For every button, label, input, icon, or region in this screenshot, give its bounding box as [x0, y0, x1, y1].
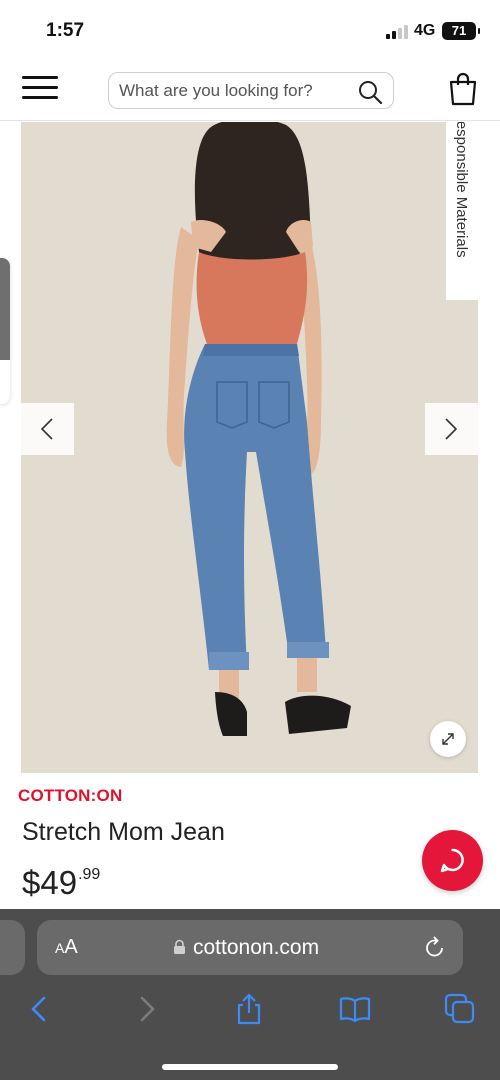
lock-icon [174, 939, 185, 954]
tabs-icon[interactable] [444, 993, 476, 1025]
battery-level: 71 [451, 23, 467, 38]
product-image-gallery[interactable]: Responsible Materials [21, 122, 478, 773]
bookmarks-icon[interactable] [339, 993, 371, 1025]
search-icon[interactable] [357, 79, 383, 105]
battery-icon: 71 [442, 22, 480, 40]
signal-icon [386, 25, 410, 39]
share-icon[interactable] [233, 993, 265, 1025]
chevron-left-icon [40, 418, 53, 440]
chevron-right-icon [445, 418, 458, 440]
shopping-bag-icon[interactable] [448, 72, 478, 106]
product-price: $49.99 [22, 864, 100, 902]
home-indicator [162, 1064, 338, 1070]
reload-icon [426, 936, 443, 957]
search-input[interactable] [119, 78, 349, 104]
gallery-next-button[interactable] [425, 403, 478, 455]
product-title: Stretch Mom Jean [22, 818, 225, 846]
aa-large: A [64, 936, 78, 958]
price-cents: .99 [78, 866, 101, 883]
status-time: 1:57 [46, 20, 85, 41]
gallery-prev-button[interactable] [21, 403, 74, 455]
previous-tab-stub[interactable] [0, 920, 25, 975]
site-header [0, 60, 500, 121]
back-icon[interactable] [24, 993, 56, 1025]
expand-image-button[interactable] [430, 721, 466, 757]
badge-label: Responsible Materials [453, 122, 470, 258]
product-photo [21, 122, 478, 773]
address-bar[interactable]: AA cottonon.com [37, 920, 463, 975]
brand-logo[interactable]: COTTON:ON [18, 786, 122, 806]
forward-icon[interactable] [130, 993, 162, 1025]
chat-bubble-icon [440, 848, 464, 873]
expand-icon [442, 733, 454, 745]
responsible-materials-badge: Responsible Materials [446, 122, 478, 300]
aa-small: A [55, 940, 65, 956]
side-drawer-tab[interactable] [0, 258, 10, 404]
hamburger-menu-icon[interactable] [22, 74, 60, 104]
price-dollars: $49 [22, 864, 78, 901]
url-text: cottonon.com [193, 936, 320, 959]
reader-options-button[interactable]: AA [55, 936, 78, 959]
chat-button[interactable] [422, 830, 483, 891]
network-label: 4G [414, 22, 436, 39]
search-bar[interactable] [108, 72, 394, 109]
status-bar: 1:57 4G 71 [0, 0, 500, 60]
browser-bottom-bar: AA cottonon.com [0, 909, 500, 1080]
